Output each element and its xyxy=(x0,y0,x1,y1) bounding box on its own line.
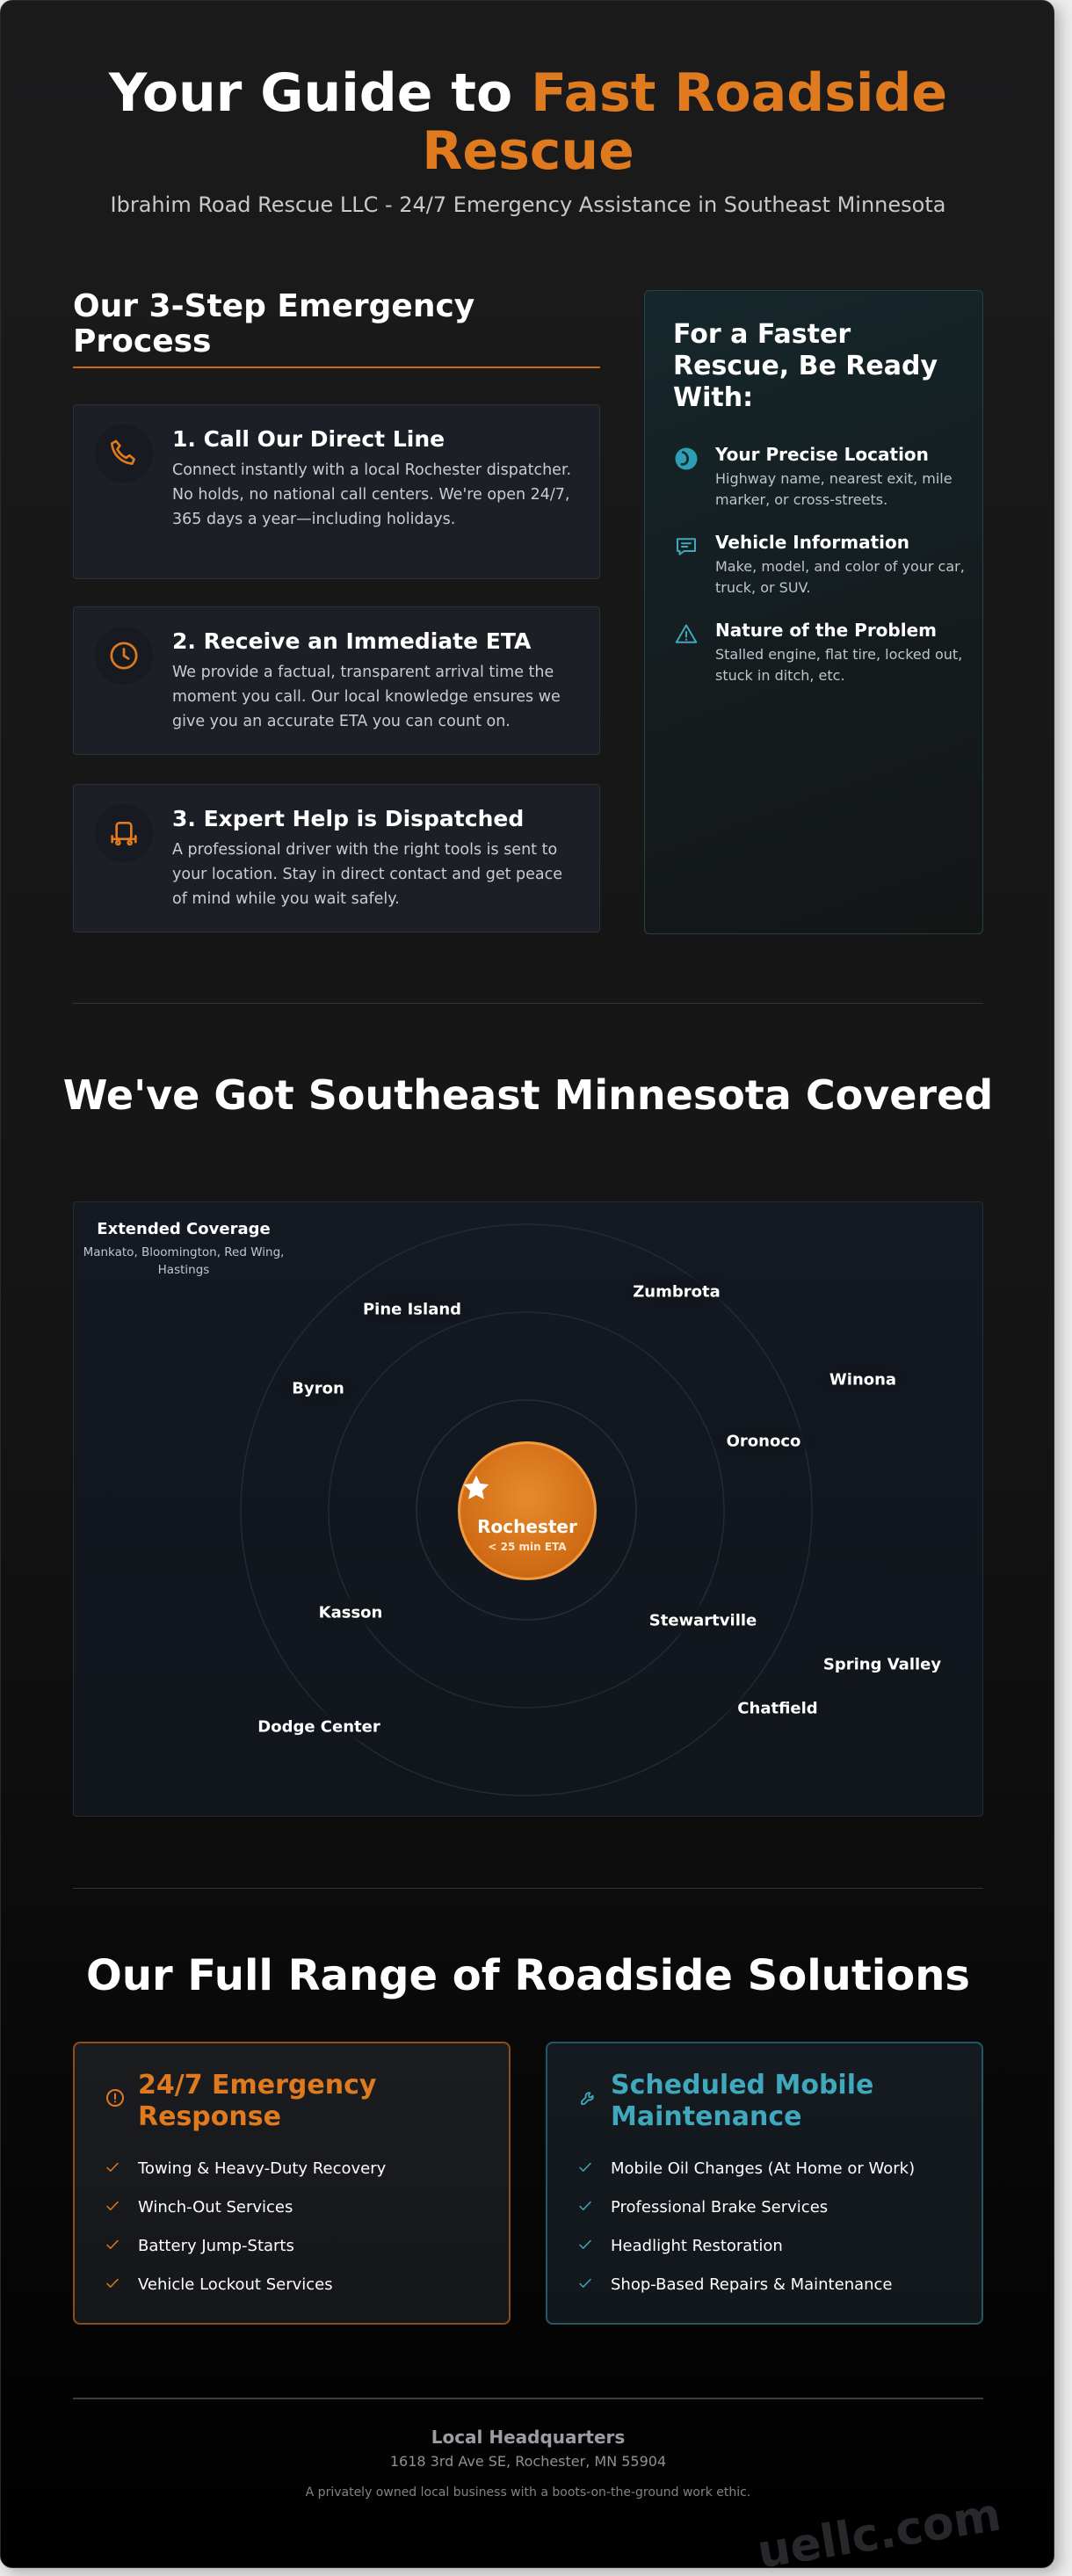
list-item-label: Headlight Restoration xyxy=(611,2237,783,2255)
section-divider xyxy=(73,1003,983,1004)
wrench-icon xyxy=(577,2087,598,2108)
check-icon xyxy=(577,2275,611,2296)
list-item: Shop-Based Repairs & Maintenance xyxy=(577,2275,915,2314)
footer-address: 1618 3rd Ave SE, Rochester, MN 55904 xyxy=(389,2453,667,2470)
town-stewartville: Stewartville xyxy=(629,1602,777,1639)
ready-item-title: Nature of the Problem xyxy=(715,620,937,641)
list-item-label: Shop-Based Repairs & Maintenance xyxy=(611,2275,893,2294)
step-description: Connect instantly with a local Rochester… xyxy=(172,461,572,528)
page-subtitle: Ibrahim Road Rescue LLC - 24/7 Emergency… xyxy=(110,192,946,217)
warning-icon xyxy=(673,621,699,648)
town-chatfield: Chatfield xyxy=(718,1690,837,1727)
be-ready-panel: For a Faster Rescue, Be Ready With: Your… xyxy=(644,290,983,934)
list-item-label: Professional Brake Services xyxy=(611,2198,829,2217)
extended-coverage: Extended Coverage Mankato, Bloomington, … xyxy=(83,1220,285,1279)
town-byron: Byron xyxy=(272,1370,364,1407)
solutions-title: Our Full Range of Roadside Solutions xyxy=(86,1951,970,2000)
coverage-map: Extended Coverage Mankato, Bloomington, … xyxy=(73,1201,983,1817)
step-description: We provide a factual, transparent arriva… xyxy=(172,664,561,730)
card-title: Scheduled Mobile Maintenance xyxy=(611,2070,874,2132)
ready-item-title: Vehicle Information xyxy=(715,532,909,553)
card-title: 24/7 Emergency Response xyxy=(138,2070,377,2132)
town-kasson: Kasson xyxy=(299,1594,402,1631)
list-item-label: Battery Jump-Starts xyxy=(138,2237,294,2255)
town-pine-island: Pine Island xyxy=(343,1291,482,1328)
chat-icon xyxy=(673,533,699,560)
footer-heading: Local Headquarters xyxy=(431,2427,626,2448)
check-icon xyxy=(577,2237,611,2257)
step-card-dispatch: 3. Expert Help is Dispatched A professio… xyxy=(73,784,600,932)
list-item-label: Winch-Out Services xyxy=(138,2198,293,2217)
step-description: A professional driver with the right too… xyxy=(172,841,563,908)
footer-note: A privately owned local business with a … xyxy=(305,2485,751,2500)
center-town-name: Rochester xyxy=(477,1516,577,1537)
check-icon xyxy=(105,2198,138,2218)
footer: Local Headquarters 1618 3rd Ave SE, Roch… xyxy=(1,2427,1054,2500)
check-icon xyxy=(105,2275,138,2296)
step-card-eta: 2. Receive an Immediate ETA We provide a… xyxy=(73,606,600,755)
mobile-maintenance-card: Scheduled Mobile Maintenance Mobile Oil … xyxy=(546,2042,983,2325)
tow-truck-icon xyxy=(95,804,153,862)
list-item: Mobile Oil Changes (At Home or Work) xyxy=(577,2159,915,2198)
emergency-response-card: 24/7 Emergency Response Towing & Heavy-D… xyxy=(73,2042,511,2325)
list-item: Towing & Heavy-Duty Recovery xyxy=(105,2159,386,2198)
list-item: Vehicle Lockout Services xyxy=(105,2275,386,2314)
check-icon xyxy=(577,2198,611,2218)
maintenance-services-list: Mobile Oil Changes (At Home or Work) Pro… xyxy=(577,2159,915,2314)
section-divider xyxy=(73,1888,983,1889)
page-title: Your Guide to Fast Roadside Rescue xyxy=(1,64,1054,180)
be-ready-title: For a Faster Rescue, Be Ready With: xyxy=(673,319,938,413)
title-part: Your Guide to xyxy=(108,62,532,124)
page: Your Guide to Fast Roadside Rescue Ibrah… xyxy=(0,0,1054,2568)
town-dodge-center: Dodge Center xyxy=(238,1709,400,1745)
list-item: Battery Jump-Starts xyxy=(105,2237,386,2275)
check-icon xyxy=(577,2159,611,2180)
location-icon xyxy=(673,446,699,472)
ready-item-title: Your Precise Location xyxy=(715,444,929,465)
list-item: Winch-Out Services xyxy=(105,2198,386,2237)
list-item: Professional Brake Services xyxy=(577,2198,915,2237)
ready-item-description: Stalled engine, flat tire, locked out, s… xyxy=(715,646,963,684)
list-item-label: Mobile Oil Changes (At Home or Work) xyxy=(611,2159,916,2178)
center-eta: < 25 min ETA xyxy=(488,1541,567,1553)
step-card-call: 1. Call Our Direct Line Connect instantl… xyxy=(73,404,600,579)
emergency-services-list: Towing & Heavy-Duty Recovery Winch-Out S… xyxy=(105,2159,386,2314)
hero: Your Guide to Fast Roadside Rescue Ibrah… xyxy=(1,64,1054,217)
town-zumbrota: Zumbrota xyxy=(613,1273,740,1310)
check-icon xyxy=(105,2237,138,2257)
town-winona: Winona xyxy=(809,1361,916,1398)
extended-coverage-towns: Mankato, Bloomington, Red Wing, Hastings xyxy=(83,1245,285,1277)
clock-icon xyxy=(95,627,153,685)
step-title: 1. Call Our Direct Line xyxy=(172,426,445,452)
list-item-label: Vehicle Lockout Services xyxy=(138,2275,333,2294)
coverage-title: We've Got Southeast Minnesota Covered xyxy=(62,1071,994,1119)
step-title: 3. Expert Help is Dispatched xyxy=(172,806,525,831)
alert-circle-icon xyxy=(105,2087,126,2108)
ready-item-description: Highway name, nearest exit, mile marker,… xyxy=(715,470,952,508)
list-item-label: Towing & Heavy-Duty Recovery xyxy=(138,2159,387,2178)
check-icon xyxy=(105,2159,138,2180)
town-oronoco: Oronoco xyxy=(706,1423,821,1460)
town-spring-valley: Spring Valley xyxy=(803,1646,961,1683)
step-title: 2. Receive an Immediate ETA xyxy=(172,628,532,654)
list-item: Headlight Restoration xyxy=(577,2237,915,2275)
process-title: Our 3-Step Emergency Process xyxy=(73,288,475,359)
ready-item-description: Make, model, and color of your car, truc… xyxy=(715,558,965,596)
watermark: uellc.com xyxy=(754,2488,1005,2568)
rochester-center-badge: Rochester < 25 min ETA xyxy=(458,1441,597,1580)
phone-icon xyxy=(95,424,153,483)
extended-coverage-title: Extended Coverage xyxy=(97,1220,271,1238)
process-title-underline xyxy=(73,366,600,368)
footer-divider xyxy=(73,2398,983,2399)
